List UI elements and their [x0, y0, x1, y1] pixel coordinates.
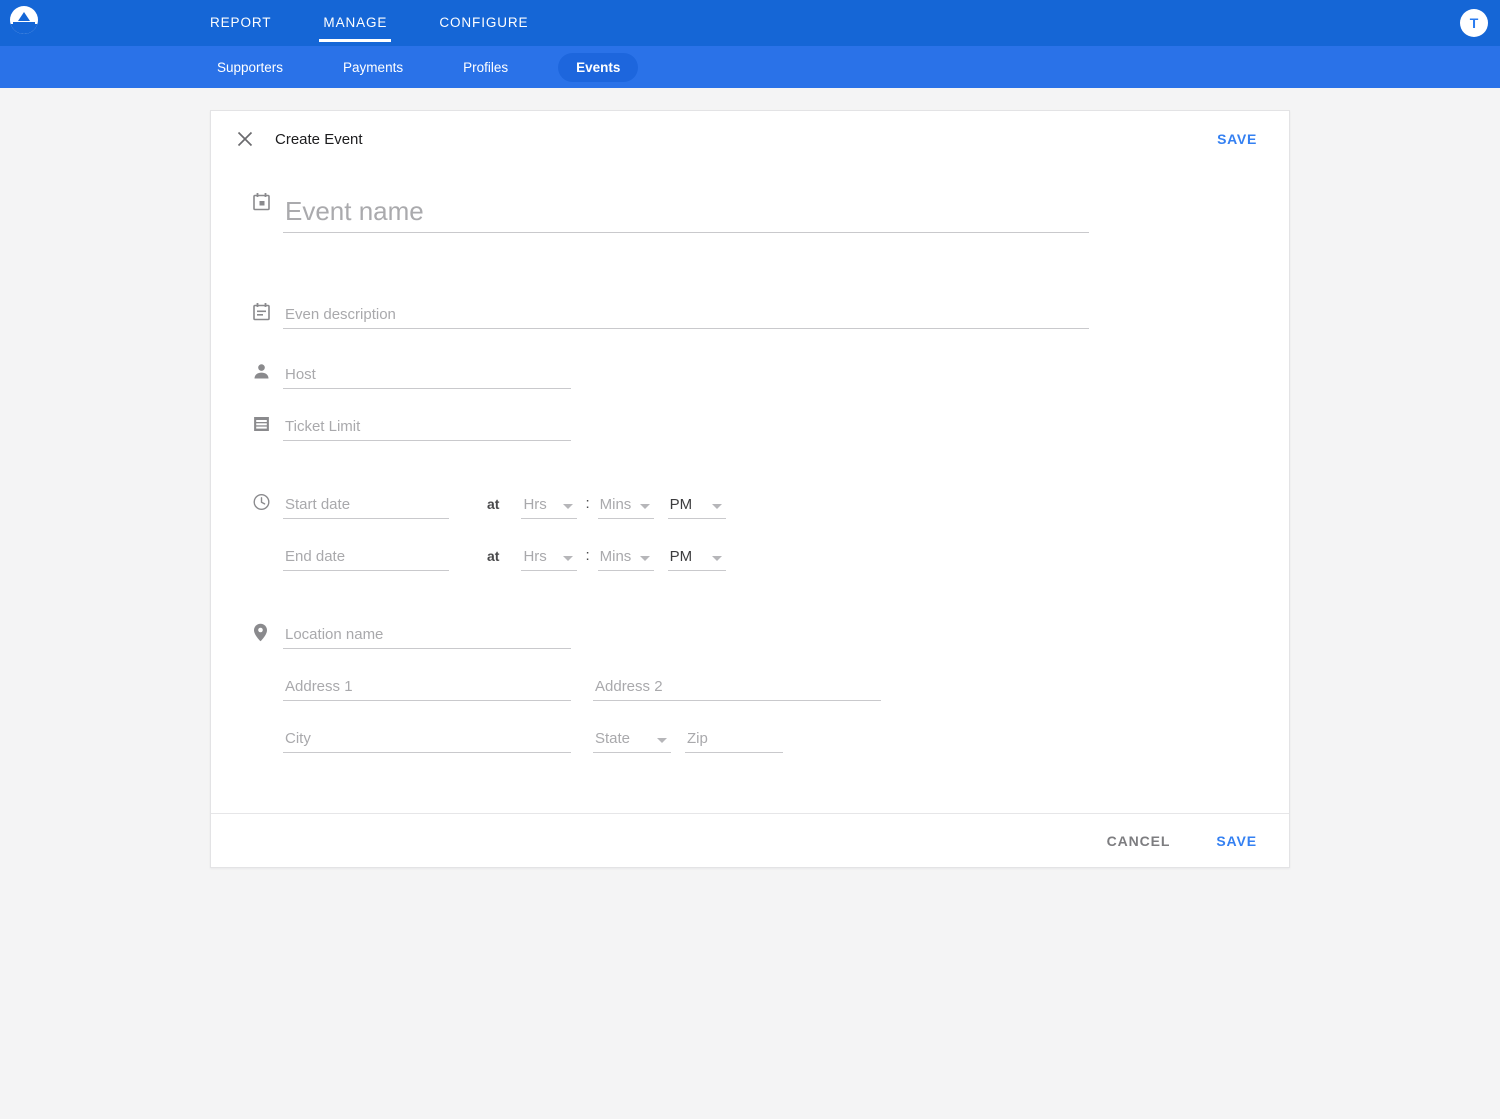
end-hours-select[interactable]: Hrs [521, 541, 578, 571]
card-header: Create Event SAVE [211, 111, 1289, 167]
field-row-end-datetime: End date at Hrs : Mins PM [233, 541, 1257, 571]
avatar[interactable]: T [1460, 9, 1488, 37]
app-logo[interactable] [10, 6, 38, 34]
zip-input[interactable]: Zip [685, 723, 783, 753]
calendar-today-icon [233, 189, 283, 211]
end-at-label: at [487, 548, 500, 564]
field-row-event-description: Even description [233, 299, 1257, 329]
address2-placeholder: Address 2 [595, 678, 663, 695]
clock-icon [233, 489, 283, 511]
ticket-limit-input[interactable]: Ticket Limit [283, 411, 571, 441]
field-row-city-state-zip: City State Zip [233, 723, 1257, 753]
event-note-icon [233, 299, 283, 321]
subnav-item-payments[interactable]: Payments [333, 54, 413, 81]
event-name-placeholder: Event name [285, 196, 424, 226]
end-date-input[interactable]: End date [283, 541, 449, 571]
city-placeholder: City [285, 730, 311, 747]
top-navigation-bar: REPORT MANAGE CONFIGURE T [0, 0, 1500, 46]
state-placeholder: State [595, 730, 631, 747]
state-select[interactable]: State [593, 723, 671, 753]
chevron-down-icon [711, 504, 722, 509]
start-hours-select[interactable]: Hrs [521, 489, 578, 519]
start-date-placeholder: Start date [285, 496, 351, 513]
close-icon[interactable] [233, 127, 257, 151]
field-row-address: Address 1 Address 2 [233, 671, 1257, 701]
ticket-limit-placeholder: Ticket Limit [285, 418, 361, 435]
end-minutes-select[interactable]: Mins [597, 541, 654, 571]
start-date-input[interactable]: Start date [283, 489, 449, 519]
subnav-item-events[interactable]: Events [558, 52, 639, 82]
start-ampm-select[interactable]: PM [667, 489, 726, 519]
person-icon [233, 359, 283, 381]
create-event-card: Create Event SAVE Event name Even descri… [210, 110, 1290, 868]
address1-input[interactable]: Address 1 [283, 671, 571, 701]
location-pin-icon [233, 619, 283, 642]
zip-placeholder: Zip [687, 730, 708, 747]
event-description-input[interactable]: Even description [283, 299, 1089, 329]
field-row-host: Host [233, 359, 1257, 389]
address2-input[interactable]: Address 2 [593, 671, 881, 701]
ticket-icon [233, 411, 283, 433]
event-description-placeholder: Even description [285, 306, 396, 323]
field-row-start-datetime: Start date at Hrs : Mins PM [233, 489, 1257, 519]
start-minutes-select[interactable]: Mins [597, 489, 654, 519]
city-input[interactable]: City [283, 723, 571, 753]
end-minutes-placeholder: Mins [599, 548, 632, 565]
end-ampm-value: PM [669, 548, 693, 565]
chevron-down-icon [711, 556, 722, 561]
field-row-ticket-limit: Ticket Limit [233, 411, 1257, 441]
host-input[interactable]: Host [283, 359, 571, 389]
event-form: Event name Even description Host Ticket … [211, 167, 1289, 813]
event-name-input[interactable]: Event name [283, 189, 1089, 233]
field-row-event-name: Event name [233, 189, 1257, 233]
top-nav-tabs: REPORT MANAGE CONFIGURE [206, 0, 532, 46]
end-ampm-select[interactable]: PM [667, 541, 726, 571]
end-hours-placeholder: Hrs [523, 548, 547, 565]
tab-manage[interactable]: MANAGE [319, 0, 392, 46]
start-minutes-placeholder: Mins [599, 496, 632, 513]
location-name-input[interactable]: Location name [283, 619, 571, 649]
subnav-item-supporters[interactable]: Supporters [207, 54, 293, 81]
start-time-colon: : [585, 495, 590, 512]
card-footer: CANCEL SAVE [211, 813, 1289, 867]
location-name-placeholder: Location name [285, 626, 384, 643]
tab-configure[interactable]: CONFIGURE [435, 0, 532, 46]
host-placeholder: Host [285, 366, 316, 383]
sub-navigation-bar: Supporters Payments Profiles Events [0, 46, 1500, 88]
chevron-down-icon [639, 556, 650, 561]
chevron-down-icon [563, 504, 574, 509]
cancel-button[interactable]: CANCEL [1107, 833, 1171, 849]
subnav-item-profiles[interactable]: Profiles [453, 54, 518, 81]
end-date-placeholder: End date [285, 548, 346, 565]
end-time-colon: : [585, 547, 590, 564]
start-at-label: at [487, 496, 500, 512]
tab-report[interactable]: REPORT [206, 0, 275, 46]
lighthouse-logo-icon [10, 6, 38, 34]
chevron-down-icon [657, 738, 667, 743]
chevron-down-icon [639, 504, 650, 509]
field-row-location-name: Location name [233, 619, 1257, 649]
start-hours-placeholder: Hrs [523, 496, 547, 513]
start-ampm-value: PM [669, 496, 693, 513]
page-title: Create Event [275, 130, 363, 148]
chevron-down-icon [563, 556, 574, 561]
save-button[interactable]: SAVE [1216, 833, 1257, 849]
address1-placeholder: Address 1 [285, 678, 353, 695]
header-save-button[interactable]: SAVE [1217, 131, 1257, 147]
